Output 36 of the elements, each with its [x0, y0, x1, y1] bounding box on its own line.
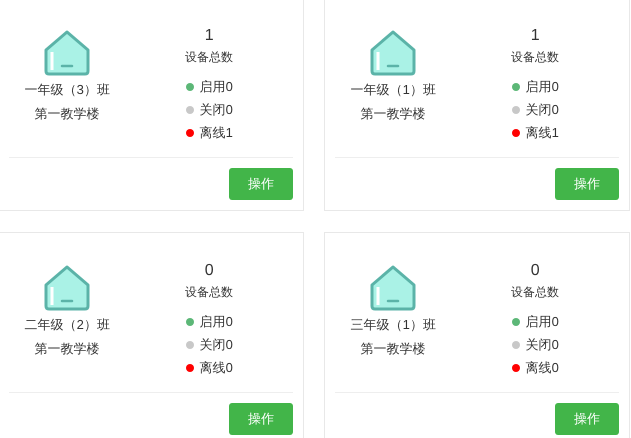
device-count: 1: [530, 26, 540, 46]
action-button[interactable]: 操作: [555, 403, 619, 435]
action-button[interactable]: 操作: [229, 168, 293, 200]
status-label: 启用0: [526, 78, 559, 96]
action-button[interactable]: 操作: [229, 403, 293, 435]
class-name: 三年级（1）班: [350, 316, 436, 334]
status-label: 启用0: [200, 313, 233, 331]
class-name: 二年级（2）班: [24, 316, 110, 334]
action-button[interactable]: 操作: [555, 168, 619, 200]
building-name: 第一教学楼: [360, 104, 426, 122]
status-label: 关闭0: [526, 101, 559, 119]
status-label: 启用0: [526, 313, 559, 331]
house-icon: [370, 265, 416, 311]
status-label: 离线0: [200, 359, 233, 377]
device-count: 0: [204, 261, 214, 281]
status-label: 离线0: [526, 359, 559, 377]
house-icon: [44, 30, 90, 76]
house-icon: [44, 265, 90, 311]
status-label: 离线1: [200, 124, 233, 142]
count-label: 设备总数: [511, 49, 560, 66]
status-label: 关闭0: [200, 336, 233, 354]
status-label: 关闭0: [200, 101, 233, 119]
count-label: 设备总数: [185, 49, 234, 66]
count-label: 设备总数: [185, 284, 234, 301]
house-icon: [370, 30, 416, 76]
building-name: 第一教学楼: [34, 340, 100, 358]
status-label: 离线1: [526, 124, 559, 142]
count-label: 设备总数: [511, 284, 560, 301]
building-name: 第一教学楼: [34, 104, 100, 122]
device-count: 1: [204, 26, 214, 46]
building-name: 第一教学楼: [360, 340, 426, 358]
status-label: 启用0: [200, 78, 233, 96]
class-name: 一年级（3）班: [24, 81, 110, 99]
status-label: 关闭0: [526, 336, 559, 354]
class-name: 一年级（1）班: [350, 81, 436, 99]
device-count: 0: [530, 261, 540, 281]
